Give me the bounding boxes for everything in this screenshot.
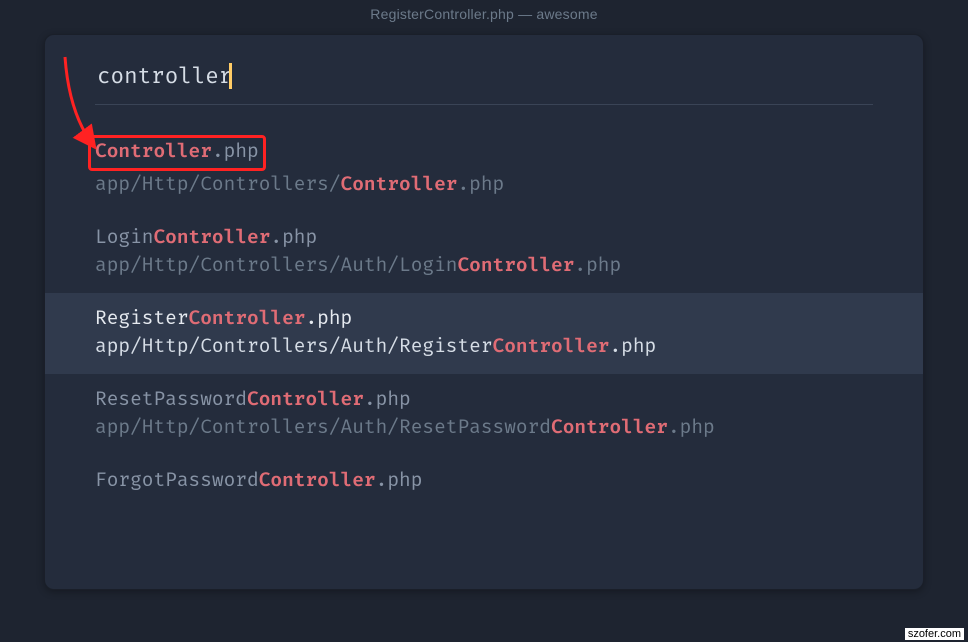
result-filename: ForgotPasswordController.php bbox=[95, 467, 873, 495]
search-input[interactable] bbox=[95, 57, 873, 105]
result-item[interactable]: ResetPasswordController.phpapp/Http/Cont… bbox=[45, 374, 923, 455]
result-filename: Controller.php bbox=[95, 135, 873, 171]
watermark: szofer.com bbox=[905, 628, 964, 640]
result-path: app/Http/Controllers/Auth/LoginControlle… bbox=[95, 252, 873, 280]
result-path: app/Http/Controllers/Auth/RegisterContro… bbox=[95, 333, 873, 361]
result-path: app/Http/Controllers/Controller.php bbox=[95, 171, 873, 199]
result-item[interactable]: LoginController.phpapp/Http/Controllers/… bbox=[45, 212, 923, 293]
result-filename: ResetPasswordController.php bbox=[95, 386, 873, 414]
result-item[interactable]: ForgotPasswordController.php bbox=[45, 455, 923, 509]
result-item[interactable]: RegisterController.phpapp/Http/Controlle… bbox=[45, 293, 923, 374]
result-filename: LoginController.php bbox=[95, 224, 873, 252]
annotation-highlight-box: Controller.php bbox=[88, 135, 266, 171]
result-filename: RegisterController.php bbox=[95, 305, 873, 333]
window-title: RegisterController.php — awesome bbox=[0, 0, 968, 28]
results-list: Controller.phpapp/Http/Controllers/Contr… bbox=[45, 123, 923, 509]
search-row bbox=[45, 35, 923, 105]
result-item[interactable]: Controller.phpapp/Http/Controllers/Contr… bbox=[45, 123, 923, 212]
result-path: app/Http/Controllers/Auth/ResetPasswordC… bbox=[95, 414, 873, 442]
fuzzy-finder-panel: Controller.phpapp/Http/Controllers/Contr… bbox=[44, 34, 924, 590]
text-cursor bbox=[229, 63, 232, 89]
